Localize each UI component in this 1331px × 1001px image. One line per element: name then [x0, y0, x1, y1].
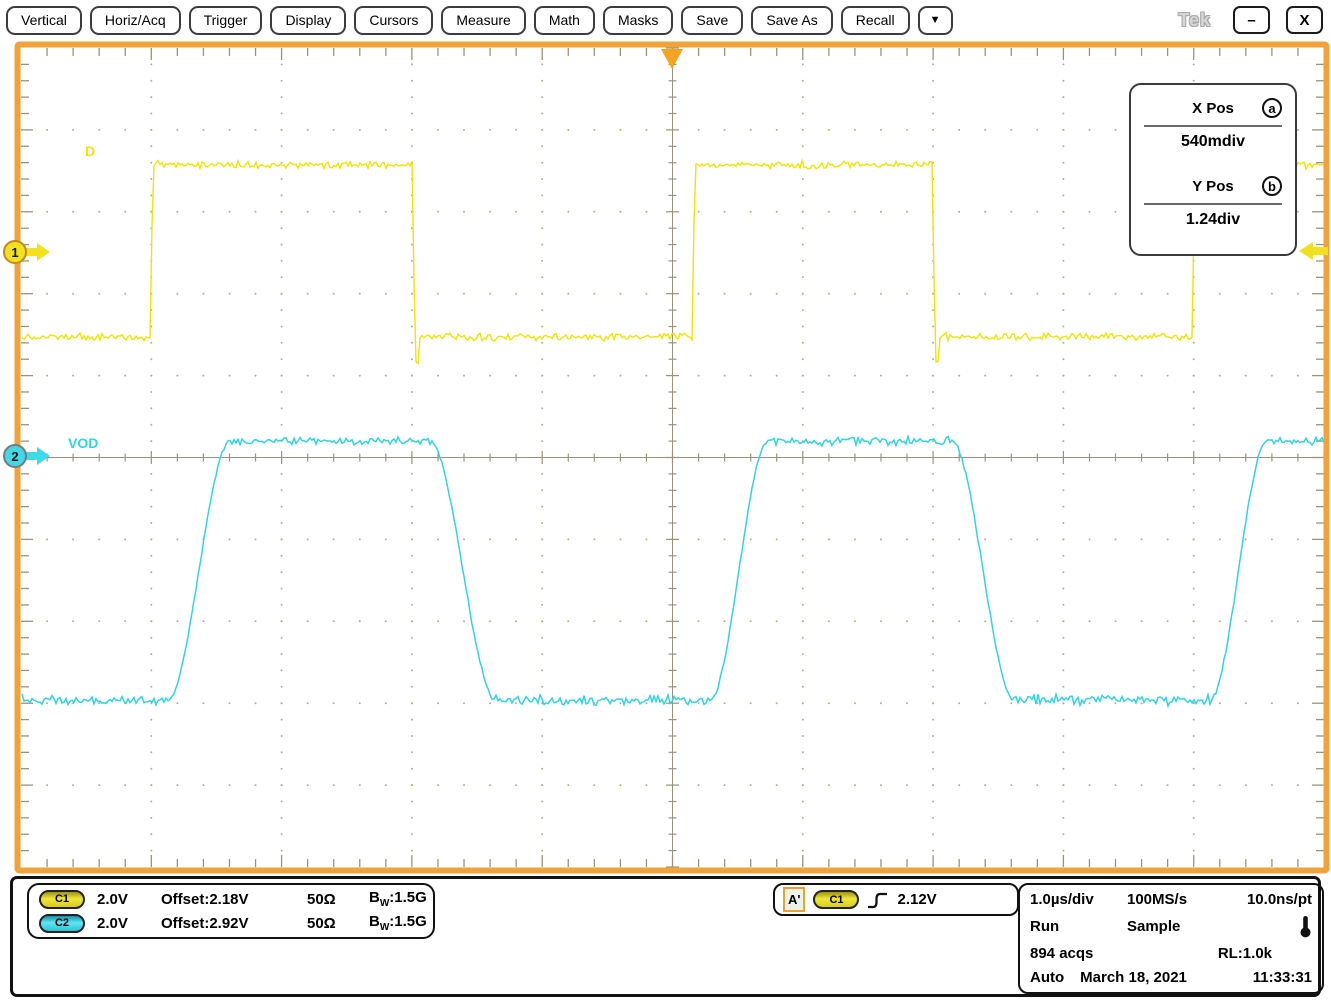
sample-rate-value: 100MS/s [1127, 891, 1247, 908]
channel-1-row: C1 2.0V Offset:2.18V 50Ω BW:1.5G [39, 889, 433, 909]
svg-text:2: 2 [11, 449, 18, 464]
channel-2-pill[interactable]: C2 [39, 914, 85, 933]
menu-button-save-as[interactable]: Save As [751, 6, 832, 35]
svg-text:1: 1 [11, 245, 18, 260]
trigger-source-pill[interactable]: C1 [813, 890, 859, 909]
y-pos-badge[interactable]: b [1262, 176, 1282, 196]
rising-edge-icon [867, 890, 889, 910]
position-readout: X Pos a 540mdiv Y Pos b 1.24div [1129, 83, 1297, 256]
channel-2-row: C2 2.0V Offset:2.92V 50Ω BW:1.5G [39, 913, 433, 933]
trigger-readout: A' C1 2.12V [773, 883, 1019, 916]
menu-button-recall[interactable]: Recall [841, 6, 910, 35]
minimize-button[interactable]: – [1233, 6, 1270, 34]
channel-1-bandwidth: BW:1.5G [369, 889, 433, 909]
menu-more-button[interactable]: ▼ [918, 6, 953, 35]
close-button[interactable]: X [1286, 6, 1323, 34]
menu-button-save[interactable]: Save [681, 6, 743, 35]
tek-logo: Tek [1178, 10, 1211, 31]
channel-1-pill[interactable]: C1 [39, 890, 85, 909]
divider [1144, 125, 1282, 127]
channel-readouts: C1 2.0V Offset:2.18V 50Ω BW:1.5G C2 2.0V… [27, 883, 435, 939]
record-length: RL:1.0k [1218, 945, 1272, 962]
channel-2-bandwidth: BW:1.5G [369, 913, 433, 933]
run-state: Run [1030, 918, 1127, 935]
acq-count: 894 acqs [1030, 945, 1218, 962]
window-controls: Tek – X [1178, 6, 1323, 34]
time-value: 11:33:31 [1253, 969, 1312, 986]
thermometer-icon [1299, 915, 1312, 938]
channel-1-scale: 2.0V [97, 891, 161, 908]
trigger-mode: Auto [1030, 969, 1064, 986]
channel-2-termination: 50Ω [307, 915, 369, 932]
title-bar: Vertical Horiz/Acq Trigger Display Curso… [6, 4, 1323, 36]
timebase-value: 1.0µs/div [1030, 891, 1127, 908]
y-pos-value: 1.24div [1131, 211, 1295, 229]
channel-1-termination: 50Ω [307, 891, 369, 908]
x-pos-label: X Pos [1192, 100, 1234, 117]
trigger-a-badge[interactable]: A' [783, 887, 805, 912]
menu-button-display[interactable]: Display [270, 6, 346, 35]
svg-text:D: D [85, 143, 95, 159]
resolution-value: 10.0ns/pt [1247, 891, 1312, 908]
channel-1-offset: Offset:2.18V [161, 891, 307, 908]
menu-button-trigger[interactable]: Trigger [189, 6, 263, 35]
y-pos-label: Y Pos [1192, 178, 1233, 195]
channel-2-scale: 2.0V [97, 915, 161, 932]
acquisition-readouts: 1.0µs/div 100MS/s 10.0ns/pt Run Sample 8… [1018, 883, 1324, 994]
svg-text:VOD: VOD [68, 435, 98, 451]
readout-panel: C1 2.0V Offset:2.18V 50Ω BW:1.5G C2 2.0V… [10, 876, 1321, 997]
menu-button-vertical[interactable]: Vertical [6, 6, 82, 35]
menu-button-math[interactable]: Math [534, 6, 595, 35]
menu-button-cursors[interactable]: Cursors [354, 6, 433, 35]
divider [1144, 203, 1282, 205]
menu-button-measure[interactable]: Measure [441, 6, 525, 35]
channel-2-offset: Offset:2.92V [161, 915, 307, 932]
x-pos-value: 540mdiv [1131, 133, 1295, 151]
acq-mode: Sample [1127, 918, 1299, 935]
x-pos-badge[interactable]: a [1262, 98, 1282, 118]
menu-button-horiz-acq[interactable]: Horiz/Acq [90, 6, 181, 35]
date-value: March 18, 2021 [1080, 969, 1187, 986]
trigger-level: 2.12V [897, 891, 936, 908]
menu-button-masks[interactable]: Masks [603, 6, 673, 35]
